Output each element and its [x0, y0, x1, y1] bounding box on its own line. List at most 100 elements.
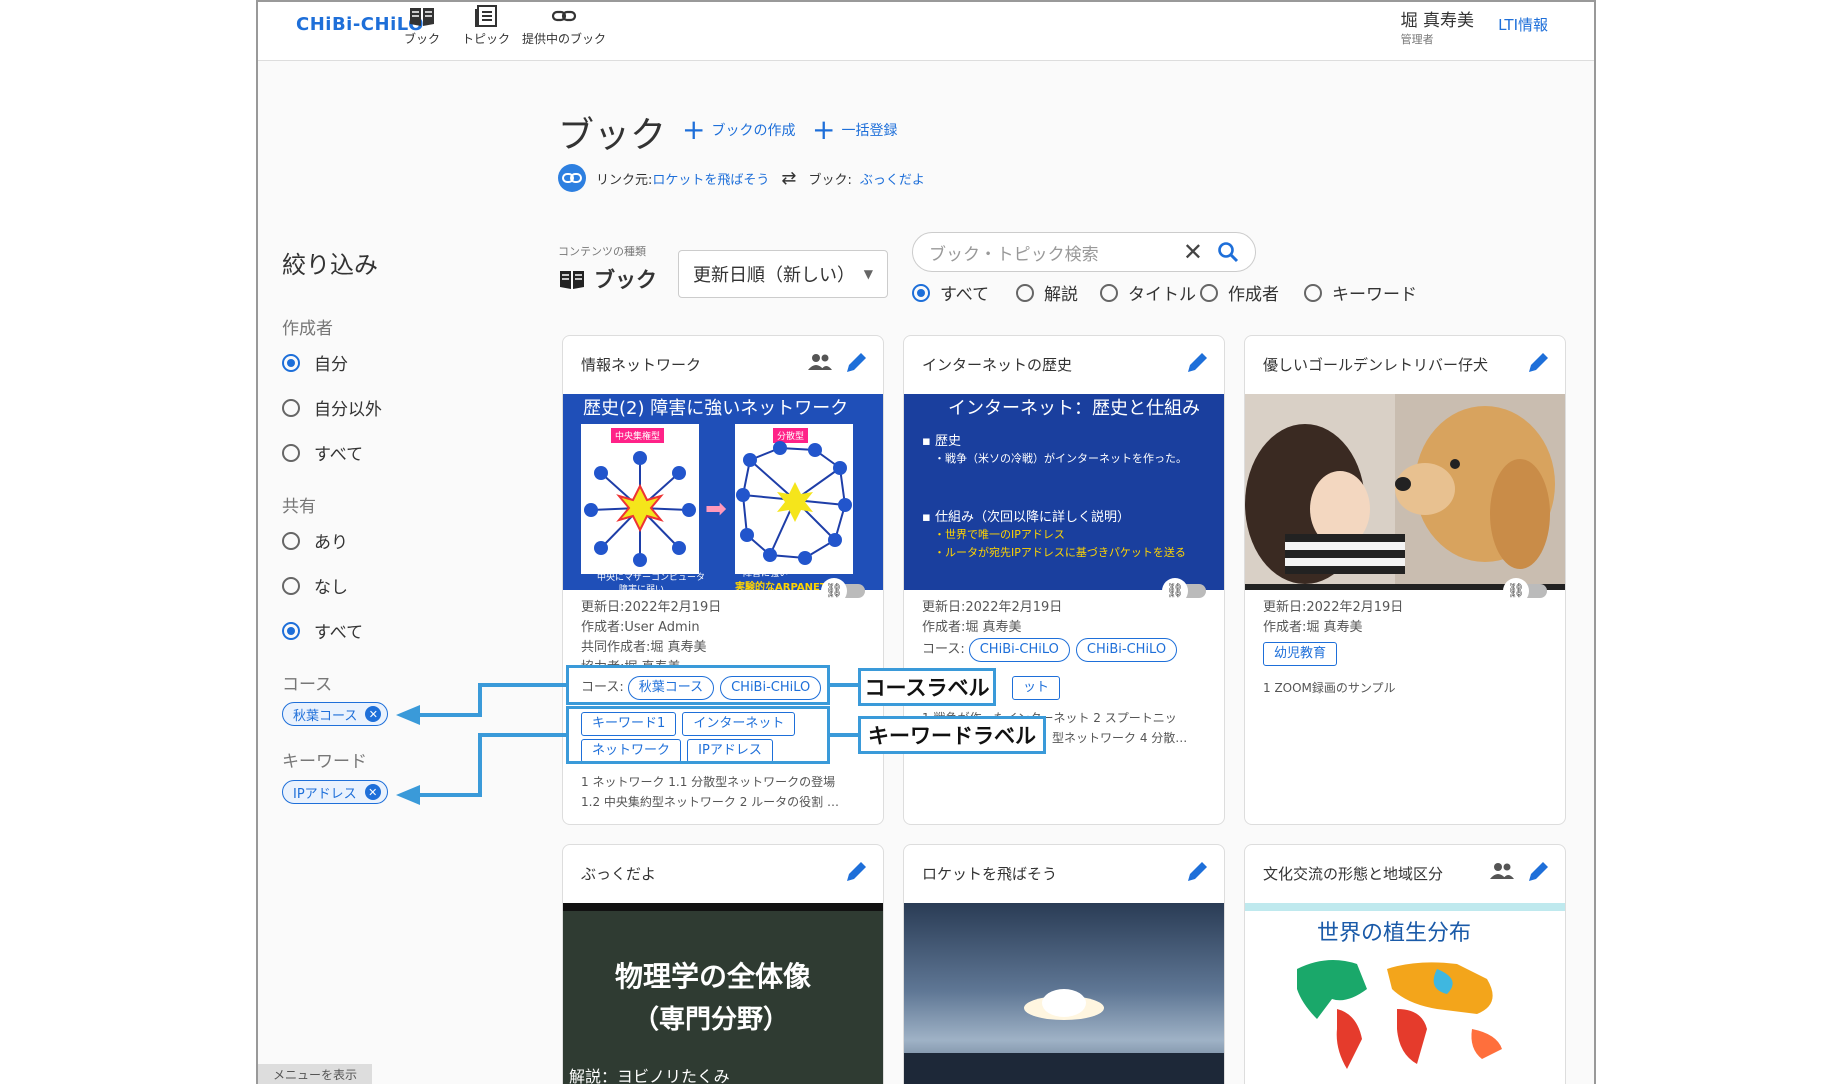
- unlink-icon[interactable]: ⛓: [1162, 578, 1188, 604]
- radio-checked-icon: [282, 621, 300, 640]
- content-type-selector[interactable]: ブック: [558, 264, 657, 294]
- unlink-icon[interactable]: ⛓: [821, 578, 847, 604]
- content-type-value: ブック: [594, 268, 657, 292]
- scope-radio-desc[interactable]: 解説: [1016, 280, 1078, 305]
- radio-label: すべて: [940, 285, 990, 305]
- updated-date: 更新日:2022年2月19日: [1263, 600, 1404, 615]
- card-meta: 更新日:2022年2月19日 作成者:User Admin 共同作成者:堀 真寿…: [581, 598, 721, 668]
- card-title: ロケットを飛ばそう: [922, 865, 1058, 883]
- thumb-title: インターネット：歴史と仕組み: [948, 398, 1200, 419]
- world-vegetation-map: [1297, 960, 1502, 1069]
- search-box[interactable]: ブック・トピック検索 ✕: [912, 232, 1256, 272]
- book-card[interactable]: ロケットを飛ばそう: [903, 844, 1225, 1084]
- edit-pencil-icon[interactable]: [843, 350, 869, 376]
- nav-topic[interactable]: トピック: [462, 4, 510, 47]
- create-book-link[interactable]: + ブックの作成: [682, 116, 795, 144]
- course-prefix: コース:: [922, 642, 965, 657]
- user-role: 管理者: [1400, 33, 1434, 46]
- scope-radio-author[interactable]: 作成者: [1200, 280, 1279, 305]
- radio-label: 解説: [1044, 285, 1078, 305]
- thumb-line: ▪ 仕組み（次回以降に詳しく説明）: [922, 510, 1130, 525]
- book-value[interactable]: ぶっくだよ: [860, 169, 925, 188]
- edit-pencil-icon[interactable]: [1184, 350, 1210, 376]
- chain-link-icon: [558, 164, 586, 192]
- radio-unchecked-icon: [1100, 283, 1118, 302]
- content-type-label: コンテンツの種類: [558, 245, 646, 258]
- thumb-line: ・ルータが宛先IPアドレスに基づきパケットを送る: [934, 546, 1186, 559]
- thumb-tag: 中央集権型: [611, 428, 665, 443]
- scope-radio-title[interactable]: タイトル: [1100, 280, 1196, 305]
- nav-book[interactable]: ブック: [404, 4, 440, 47]
- card-title: 情報ネットワーク: [581, 356, 702, 374]
- edit-pencil-icon[interactable]: [1525, 350, 1551, 376]
- thumb-arrow-icon: ➡: [705, 494, 727, 524]
- radio-unchecked-icon: [282, 443, 300, 462]
- share-radio-no[interactable]: なし: [282, 573, 348, 598]
- search-icon[interactable]: [1217, 241, 1239, 263]
- remove-chip-icon[interactable]: ✕: [364, 784, 381, 800]
- radio-label: すべて: [314, 445, 364, 465]
- scope-radio-all[interactable]: すべて: [912, 280, 989, 305]
- thumb-title: 世界の植生分布: [1317, 921, 1472, 946]
- course-chip[interactable]: CHiBi-CHiLO: [1075, 638, 1178, 662]
- share-radio-all[interactable]: すべて: [282, 618, 363, 643]
- keyword-filter-chip[interactable]: IPアドレス ✕: [282, 780, 388, 804]
- card-title: 優しいゴールデンレトリバー仔犬: [1263, 356, 1489, 374]
- user-name: 堀 真寿美: [1400, 11, 1474, 31]
- chip-label: IPアドレス: [293, 786, 357, 802]
- author-radio-all[interactable]: すべて: [282, 440, 363, 465]
- share-radio-yes[interactable]: あり: [282, 528, 348, 553]
- share-filter-head: 共有: [282, 497, 316, 517]
- course-filter-chip[interactable]: 秋葉コース ✕: [282, 702, 389, 726]
- keyword-labels: 幼児教育: [1263, 642, 1339, 666]
- sort-select[interactable]: 更新日順（新しい） ▼: [678, 250, 888, 298]
- radio-label: 自分: [314, 355, 348, 375]
- bulk-register-label: 一括登録: [841, 123, 898, 139]
- updated-date: 更新日:2022年2月19日: [922, 600, 1063, 615]
- card-title: インターネットの歴史: [922, 356, 1073, 374]
- sort-value: 更新日順（新しい）: [693, 265, 855, 286]
- book-card[interactable]: ぶっくだよ 物理学の全体像 （専門分野） 解説：ヨビノリたくみ: [562, 844, 884, 1084]
- scope-radio-keyword[interactable]: キーワード: [1304, 280, 1417, 305]
- bulk-register-link[interactable]: + 一括登録: [812, 116, 898, 144]
- author-radio-others[interactable]: 自分以外: [282, 395, 382, 420]
- author-radio-self[interactable]: 自分: [282, 350, 348, 375]
- edit-pencil-icon[interactable]: [843, 859, 869, 885]
- thumb-line: ・世界で唯一のIPアドレス: [934, 528, 1065, 541]
- radio-checked-icon: [912, 283, 930, 302]
- keyword-filter-head: キーワード: [282, 752, 367, 772]
- edit-pencil-icon[interactable]: [1184, 859, 1210, 885]
- nav-provided[interactable]: 提供中のブック: [522, 4, 606, 47]
- lti-info-link[interactable]: LTI情報: [1498, 14, 1548, 35]
- keyword-chip[interactable]: 幼児教育: [1263, 642, 1338, 666]
- search-input[interactable]: ブック・トピック検索: [929, 240, 1183, 265]
- radio-unchecked-icon: [282, 398, 300, 417]
- link-context-row: リンク元: ロケットを飛ばそう ⇄ ブック: ぶっくだよ: [558, 164, 925, 192]
- radio-unchecked-icon: [282, 576, 300, 595]
- show-menu-button[interactable]: メニューを表示: [258, 1064, 372, 1084]
- card-meta: 更新日:2022年2月19日 作成者:堀 真寿美: [922, 598, 1062, 638]
- keyword-chip[interactable]: ット: [1012, 676, 1061, 700]
- app-frame: CHiBi-CHiLO ブック トピック 提供中のブック 堀 真寿美 管理者 L…: [256, 0, 1596, 1084]
- nav-book-label: ブック: [404, 32, 441, 46]
- book-label: ブック:: [808, 172, 852, 188]
- card-meta: 更新日:2022年2月19日 作成者:堀 真寿美: [1263, 598, 1403, 638]
- clear-icon[interactable]: ✕: [1183, 238, 1203, 266]
- course-chip[interactable]: CHiBi-CHiLO: [968, 638, 1070, 662]
- radio-label: キーワード: [1332, 285, 1417, 305]
- unlink-icon[interactable]: ⛓: [1503, 578, 1529, 604]
- author-filter-head: 作成者: [282, 319, 333, 339]
- thumb-caption: 障害に弱い: [619, 585, 665, 590]
- user-info[interactable]: 堀 真寿美 管理者: [1401, 6, 1474, 47]
- dropdown-caret-icon: ▼: [863, 267, 873, 281]
- edit-pencil-icon[interactable]: [1525, 859, 1551, 885]
- topic-icon: [475, 5, 497, 27]
- book-card[interactable]: 文化交流の形態と地域区分 世界の植生分布: [1244, 844, 1566, 1084]
- remove-chip-icon[interactable]: ✕: [365, 706, 382, 722]
- book-card[interactable]: 優しいゴールデンレトリバー仔犬 ⛓ 更新日:2022年2月19日 作成者:堀 真…: [1244, 335, 1566, 825]
- radio-label: 作成者: [1228, 285, 1279, 305]
- link-source-value[interactable]: ロケットを飛ばそう: [652, 169, 769, 188]
- updated-date: 更新日:2022年2月19日: [581, 600, 722, 615]
- card-thumbnail: 世界の植生分布: [1245, 903, 1565, 1084]
- author: 作成者:堀 真寿美: [1263, 620, 1363, 635]
